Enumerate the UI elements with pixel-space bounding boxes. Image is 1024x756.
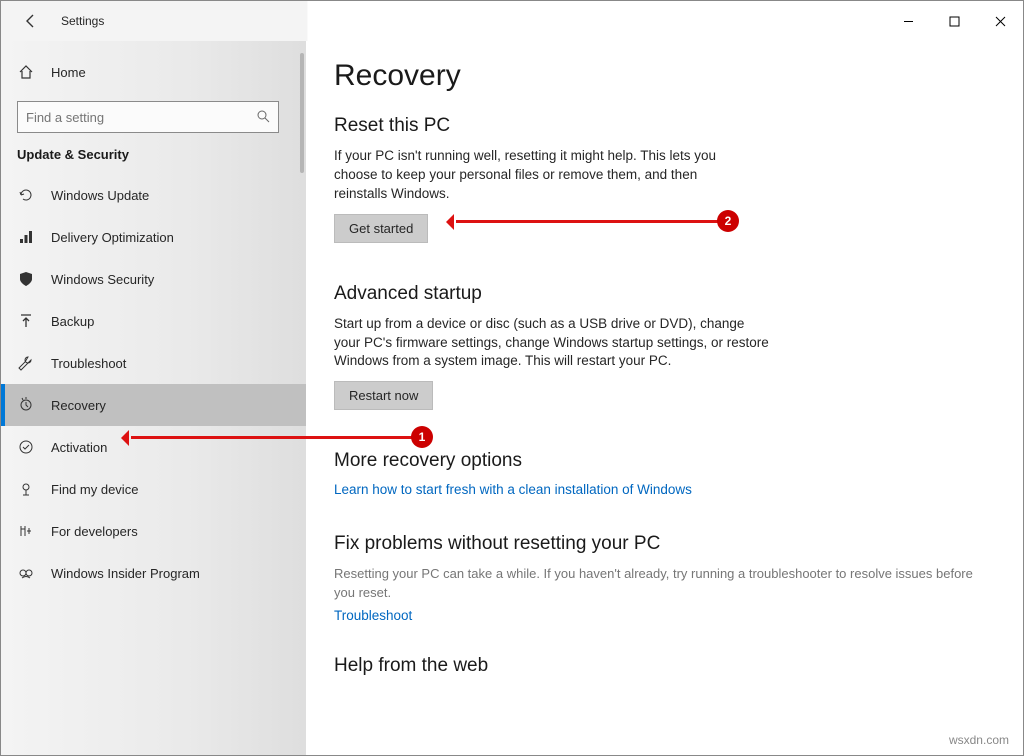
sidebar-item-windows-security[interactable]: Windows Security xyxy=(1,258,306,300)
sidebar-item-label: For developers xyxy=(51,524,138,539)
maximize-button[interactable] xyxy=(931,1,977,41)
restart-now-button[interactable]: Restart now xyxy=(334,381,433,410)
optimization-icon xyxy=(17,228,35,246)
search-icon xyxy=(256,109,270,126)
home-nav[interactable]: Home xyxy=(1,51,306,93)
reset-body: If your PC isn't running well, resetting… xyxy=(334,147,754,204)
page-title: Recovery xyxy=(334,59,995,93)
sidebar-item-troubleshoot[interactable]: Troubleshoot xyxy=(1,342,306,384)
sidebar-item-find-my-device[interactable]: Find my device xyxy=(1,468,306,510)
annotation-arrow-1 xyxy=(131,436,413,439)
sidebar-item-label: Windows Insider Program xyxy=(51,566,200,581)
sidebar-item-delivery-optimization[interactable]: Delivery Optimization xyxy=(1,216,306,258)
sidebar-item-label: Activation xyxy=(51,440,107,455)
recovery-icon xyxy=(17,396,35,414)
sidebar-item-for-developers[interactable]: For developers xyxy=(1,510,306,552)
advanced-body: Start up from a device or disc (such as … xyxy=(334,315,774,372)
annotation-arrow-2 xyxy=(456,220,718,223)
search-wrap xyxy=(1,93,306,143)
arrow-left-icon xyxy=(23,13,39,29)
sidebar-item-recovery[interactable]: Recovery xyxy=(1,384,306,426)
fix-heading: Fix problems without resetting your PC xyxy=(334,533,995,555)
back-button[interactable] xyxy=(17,7,45,35)
fix-body: Resetting your PC can take a while. If y… xyxy=(334,565,974,601)
shield-icon xyxy=(17,270,35,288)
sidebar-item-insider[interactable]: Windows Insider Program xyxy=(1,552,306,594)
annotation-badge-1: 1 xyxy=(411,426,433,448)
content-area: Recovery Reset this PC If your PC isn't … xyxy=(306,41,1023,755)
search-box[interactable] xyxy=(17,101,279,133)
annotation-badge-2: 2 xyxy=(717,210,739,232)
sidebar-scrollbar[interactable] xyxy=(300,53,304,173)
titlebar: Settings xyxy=(1,1,1023,41)
sidebar-item-label: Windows Update xyxy=(51,188,149,203)
minimize-button[interactable] xyxy=(885,1,931,41)
sidebar-item-label: Delivery Optimization xyxy=(51,230,174,245)
web-heading: Help from the web xyxy=(334,655,995,677)
close-button[interactable] xyxy=(977,1,1023,41)
window-title: Settings xyxy=(61,14,104,28)
troubleshoot-link[interactable]: Troubleshoot xyxy=(334,608,412,623)
get-started-button[interactable]: Get started xyxy=(334,214,428,243)
sidebar-item-label: Find my device xyxy=(51,482,138,497)
category-label: Update & Security xyxy=(1,143,306,174)
more-heading: More recovery options xyxy=(334,450,995,472)
sidebar: Home Update & Security Windows Update De… xyxy=(1,41,306,755)
backup-icon xyxy=(17,312,35,330)
search-input[interactable] xyxy=(26,110,256,125)
main-layout: Home Update & Security Windows Update De… xyxy=(1,41,1023,755)
home-label: Home xyxy=(51,65,86,80)
fresh-start-link[interactable]: Learn how to start fresh with a clean in… xyxy=(334,482,692,497)
advanced-heading: Advanced startup xyxy=(334,283,995,305)
sidebar-item-backup[interactable]: Backup xyxy=(1,300,306,342)
sidebar-item-label: Windows Security xyxy=(51,272,154,287)
sidebar-item-windows-update[interactable]: Windows Update xyxy=(1,174,306,216)
insider-icon xyxy=(17,564,35,582)
sidebar-item-activation[interactable]: Activation xyxy=(1,426,306,468)
watermark: wsxdn.com xyxy=(949,733,1009,747)
check-icon xyxy=(17,438,35,456)
home-icon xyxy=(17,63,35,81)
location-icon xyxy=(17,480,35,498)
refresh-icon xyxy=(17,186,35,204)
sidebar-item-label: Recovery xyxy=(51,398,106,413)
sidebar-item-label: Backup xyxy=(51,314,94,329)
dev-icon xyxy=(17,522,35,540)
sidebar-item-label: Troubleshoot xyxy=(51,356,126,371)
wrench-icon xyxy=(17,354,35,372)
window-controls xyxy=(885,1,1023,41)
reset-heading: Reset this PC xyxy=(334,115,995,137)
